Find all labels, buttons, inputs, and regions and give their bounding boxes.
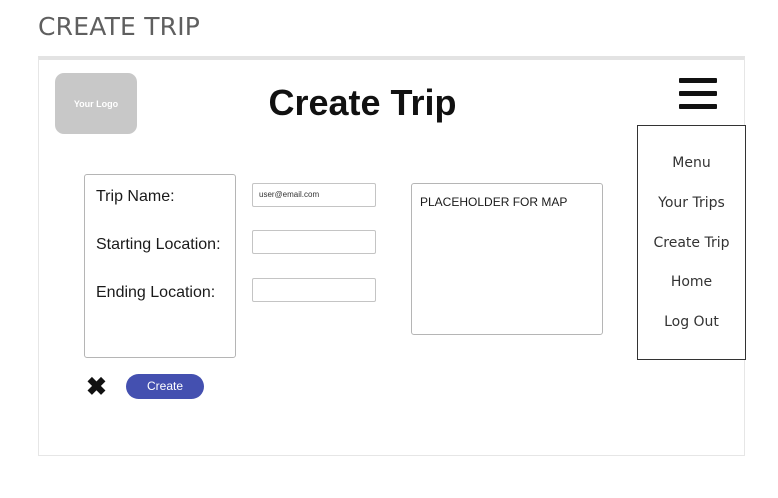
trip-name-label: Trip Name: [96,188,175,205]
map-placeholder: PLACEHOLDER FOR MAP [411,183,603,335]
trip-name-input[interactable]: user@email.com [252,183,376,207]
logo-text: Your Logo [73,98,119,109]
starting-location-input[interactable] [252,230,376,254]
menu-item-create-trip[interactable]: Create Trip [638,235,745,251]
menu-item-your-trips[interactable]: Your Trips [638,195,745,211]
menu-item-log-out[interactable]: Log Out [638,314,745,330]
ending-location-label: Ending Location: [96,284,216,301]
page-heading: CREATE TRIP [38,12,201,41]
create-button[interactable]: Create [126,374,204,399]
menu-item-menu[interactable]: Menu [638,155,745,171]
menu-item-home[interactable]: Home [638,274,745,290]
page-title: Create Trip [268,82,457,123]
nav-menu: Menu Your Trips Create Trip Home Log Out [637,125,746,360]
hamburger-line [679,78,717,83]
starting-location-label: Starting Location: [96,236,221,253]
map-placeholder-text: PLACEHOLDER FOR MAP [420,195,568,209]
hamburger-line [679,104,717,109]
hamburger-line [679,91,717,96]
close-icon[interactable]: ✖ [86,375,107,400]
hamburger-menu-icon[interactable] [679,78,717,110]
logo[interactable]: Your Logo [55,73,137,134]
ending-location-input[interactable] [252,278,376,302]
